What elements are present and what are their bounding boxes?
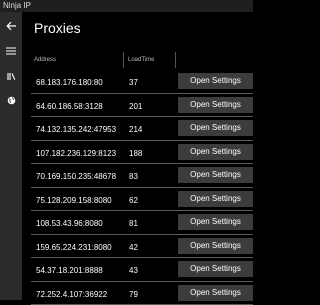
globe-icon [7, 96, 16, 105]
column-divider[interactable] [175, 52, 176, 68]
column-divider[interactable] [123, 52, 124, 68]
page-title: Proxies [34, 20, 81, 36]
table-row: 70.169.150.235:48678 83 Open Settings [31, 164, 253, 188]
address-cell: 74.132.135.242:47953 [36, 125, 116, 134]
address-cell: 68.183.176.180:80 [36, 78, 103, 87]
table-row: 72.252.4.107:36922 79 Open Settings [31, 282, 253, 305]
table-row: 54.37.18.201:8888 43 Open Settings [31, 258, 253, 282]
window-titlebar: Ninja IP [0, 0, 253, 12]
loadtime-cell: 62 [129, 196, 138, 205]
open-settings-button[interactable]: Open Settings [178, 285, 253, 301]
open-settings-button[interactable]: Open Settings [178, 73, 253, 89]
column-header-address[interactable]: Address [34, 57, 56, 63]
column-header-loadtime[interactable]: LoadTime [128, 57, 154, 63]
open-settings-button[interactable]: Open Settings [178, 167, 253, 183]
back-button[interactable] [0, 16, 22, 36]
table-row: 159.65.224.231:8080 42 Open Settings [31, 235, 253, 259]
loadtime-cell: 83 [129, 172, 138, 181]
table-row: 107.182.236.129:8123 188 Open Settings [31, 141, 253, 165]
loadtime-cell: 201 [129, 102, 142, 111]
back-arrow-icon [6, 21, 17, 31]
proxy-table: 68.183.176.180:80 37 Open Settings 64.60… [31, 70, 253, 305]
address-cell: 64.60.186.58:3128 [36, 102, 103, 111]
loadtime-cell: 43 [129, 266, 138, 275]
address-cell: 54.37.18.201:8888 [36, 266, 103, 275]
loadtime-cell: 81 [129, 219, 138, 228]
main-content: Proxies Address LoadTime 68.183.176.180:… [22, 12, 253, 300]
open-settings-button[interactable]: Open Settings [178, 261, 253, 277]
loadtime-cell: 79 [129, 290, 138, 299]
table-row: 64.60.186.58:3128 201 Open Settings [31, 94, 253, 118]
table-row: 108.53.43.96:8080 81 Open Settings [31, 211, 253, 235]
hamburger-menu-button[interactable] [0, 41, 22, 61]
address-cell: 72.252.4.107:36922 [36, 290, 107, 299]
navigation-rail [0, 12, 22, 300]
open-settings-button[interactable]: Open Settings [178, 97, 253, 113]
table-row: 68.183.176.180:80 37 Open Settings [31, 70, 253, 94]
open-settings-button[interactable]: Open Settings [178, 214, 253, 230]
open-settings-button[interactable]: Open Settings [178, 120, 253, 136]
window-title: Ninja IP [3, 1, 31, 10]
table-header: Address LoadTime [31, 52, 253, 68]
hamburger-menu-icon [6, 47, 16, 55]
nav-item-library[interactable] [0, 66, 22, 86]
open-settings-button[interactable]: Open Settings [178, 144, 253, 160]
address-cell: 159.65.224.231:8080 [36, 243, 112, 252]
loadtime-cell: 188 [129, 149, 142, 158]
table-row: 74.132.135.242:47953 214 Open Settings [31, 117, 253, 141]
open-settings-button[interactable]: Open Settings [178, 238, 253, 254]
open-settings-button[interactable]: Open Settings [178, 191, 253, 207]
address-cell: 70.169.150.235:48678 [36, 172, 116, 181]
loadtime-cell: 214 [129, 125, 142, 134]
loadtime-cell: 37 [129, 78, 138, 87]
table-row: 75.128.209.158:8080 62 Open Settings [31, 188, 253, 212]
nav-item-proxies[interactable] [0, 90, 22, 110]
address-cell: 75.128.209.158:8080 [36, 196, 112, 205]
loadtime-cell: 42 [129, 243, 138, 252]
library-icon [7, 72, 16, 81]
address-cell: 108.53.43.96:8080 [36, 219, 103, 228]
address-cell: 107.182.236.129:8123 [36, 149, 116, 158]
